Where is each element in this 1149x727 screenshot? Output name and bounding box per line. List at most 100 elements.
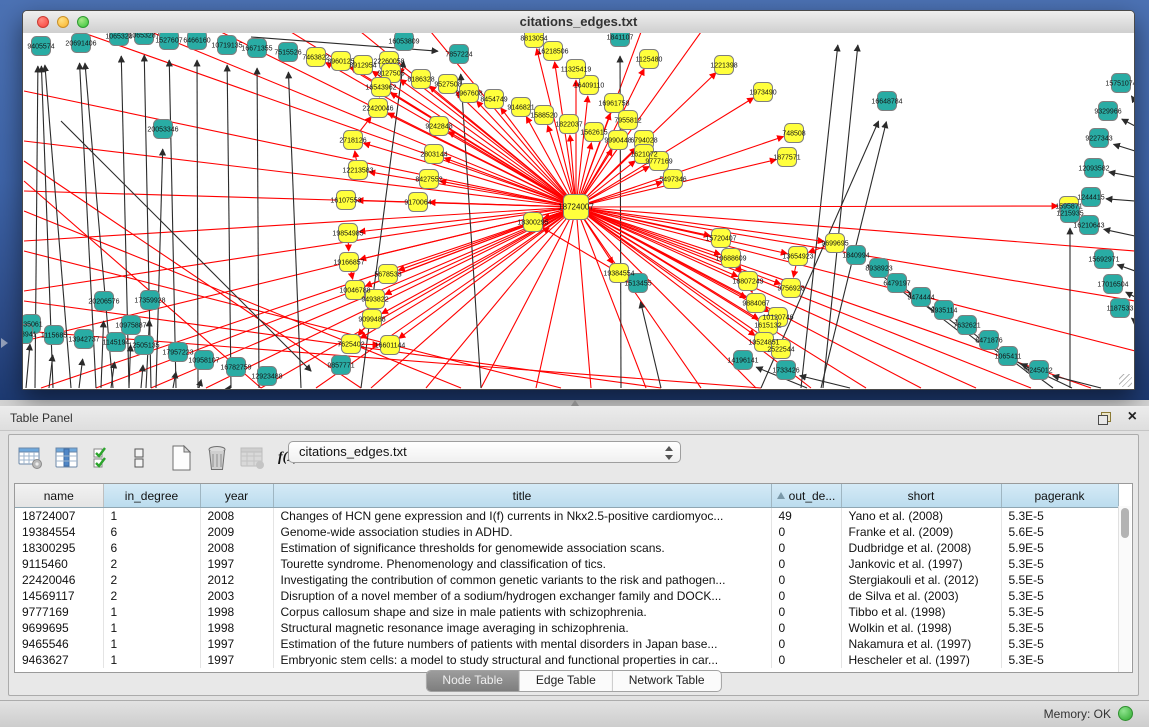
window-resize-grip[interactable]: [1119, 374, 1132, 387]
cell-out_degree[interactable]: 0: [771, 652, 841, 668]
cell-name[interactable]: 22420046: [15, 572, 103, 588]
cell-title[interactable]: Corpus callosum shape and size in male p…: [273, 604, 771, 620]
column-visibility-button[interactable]: [53, 445, 80, 472]
cell-name[interactable]: 9115460: [15, 556, 103, 572]
column-header-year[interactable]: year: [200, 484, 273, 508]
graph-edge-selected[interactable]: [24, 141, 576, 207]
cell-pagerank[interactable]: 5.3E-5: [1001, 588, 1118, 604]
cell-in_degree[interactable]: 1: [103, 652, 200, 668]
graph-edge-selected[interactable]: [24, 181, 261, 388]
cell-pagerank[interactable]: 5.3E-5: [1001, 556, 1118, 572]
table-row[interactable]: 1938455462009Genome-wide association stu…: [15, 524, 1118, 540]
cell-pagerank[interactable]: 5.3E-5: [1001, 636, 1118, 652]
graph-edge[interactable]: [199, 380, 201, 388]
graph-edge[interactable]: [1131, 96, 1134, 101]
cell-in_degree[interactable]: 2: [103, 556, 200, 572]
cell-out_degree[interactable]: 0: [771, 620, 841, 636]
graph-edge-selected[interactable]: [206, 207, 576, 388]
cell-title[interactable]: Estimation of the future numbers of pati…: [273, 636, 771, 652]
table-row[interactable]: 946362711997Embryonic stem cells: a mode…: [15, 652, 1118, 668]
cell-title[interactable]: Investigating the contribution of common…: [273, 572, 771, 588]
cell-short[interactable]: Tibbo et al. (1998): [841, 604, 1001, 620]
graph-edge[interactable]: [197, 60, 198, 388]
cell-in_degree[interactable]: 1: [103, 604, 200, 620]
cell-in_degree[interactable]: 6: [103, 524, 200, 540]
cell-out_degree[interactable]: 0: [771, 636, 841, 652]
delete-trash-button[interactable]: [203, 445, 230, 472]
graph-edge[interactable]: [129, 345, 131, 388]
column-header-out_degree[interactable]: out_de...: [771, 484, 841, 508]
column-header-pagerank[interactable]: pagerank: [1001, 484, 1118, 508]
cell-year[interactable]: 2008: [200, 508, 273, 525]
column-header-title[interactable]: title: [273, 484, 771, 508]
column-header-name[interactable]: name: [15, 484, 103, 508]
cell-year[interactable]: 1998: [200, 604, 273, 620]
graph-edge[interactable]: [1109, 172, 1134, 177]
graph-edge[interactable]: [1106, 199, 1134, 201]
graph-edge[interactable]: [1117, 265, 1134, 271]
table-row[interactable]: 1456911722003Disruption of a novel membe…: [15, 588, 1118, 604]
memory-ok-led-icon[interactable]: [1118, 706, 1133, 721]
graph-edge-selected[interactable]: [576, 206, 1058, 207]
graph-edge-selected[interactable]: [576, 207, 721, 255]
cell-pagerank[interactable]: 5.6E-5: [1001, 524, 1118, 540]
graph-edge[interactable]: [26, 344, 30, 388]
cell-out_degree[interactable]: 0: [771, 604, 841, 620]
graph-edge[interactable]: [257, 68, 259, 388]
cell-out_degree[interactable]: 49: [771, 508, 841, 525]
cell-year[interactable]: 2008: [200, 540, 273, 556]
graph-edge[interactable]: [1126, 292, 1134, 297]
cell-in_degree[interactable]: 2: [103, 572, 200, 588]
network-window-titlebar[interactable]: citations_edges.txt: [23, 11, 1134, 34]
cell-pagerank[interactable]: 5.5E-5: [1001, 572, 1118, 588]
cell-title[interactable]: Tourette syndrome. Phenomenology and cla…: [273, 556, 771, 572]
graph-edge[interactable]: [101, 321, 104, 388]
graph-edge-selected[interactable]: [24, 207, 576, 241]
graph-edge[interactable]: [35, 66, 38, 388]
cell-year[interactable]: 1997: [200, 556, 273, 572]
cell-year[interactable]: 2009: [200, 524, 273, 540]
tab-network-table[interactable]: Network Table: [612, 671, 721, 691]
cell-name[interactable]: 18300295: [15, 540, 103, 556]
cell-name[interactable]: 19384554: [15, 524, 103, 540]
cell-short[interactable]: Jankovic et al. (1997): [841, 556, 1001, 572]
cell-in_degree[interactable]: 1: [103, 636, 200, 652]
graph-edge-selected[interactable]: [576, 207, 591, 388]
cell-pagerank[interactable]: 5.3E-5: [1001, 652, 1118, 668]
cell-title[interactable]: Embryonic stem cells: a model to study s…: [273, 652, 771, 668]
collapsed-panel-arrow-icon[interactable]: [1, 338, 8, 348]
graph-edge[interactable]: [1122, 119, 1134, 126]
cell-title[interactable]: Structural magnetic resonance image aver…: [273, 620, 771, 636]
graph-edge-selected[interactable]: [364, 143, 576, 207]
cell-year[interactable]: 2012: [200, 572, 273, 588]
table-row[interactable]: 946554611997Estimation of the future num…: [15, 636, 1118, 652]
cell-out_degree[interactable]: 0: [771, 556, 841, 572]
cell-name[interactable]: 14569117: [15, 588, 103, 604]
cell-short[interactable]: Wolkin et al. (1998): [841, 620, 1001, 636]
graph-edge[interactable]: [141, 365, 143, 388]
cell-short[interactable]: Hescheler et al. (1997): [841, 652, 1001, 668]
table-row[interactable]: 911546021997Tourette syndrome. Phenomeno…: [15, 556, 1118, 572]
tab-node-table[interactable]: Node Table: [426, 671, 519, 691]
cell-year[interactable]: 1997: [200, 652, 273, 668]
column-header-short[interactable]: short: [841, 484, 1001, 508]
cell-pagerank[interactable]: 5.3E-5: [1001, 508, 1118, 525]
cell-in_degree[interactable]: 1: [103, 508, 200, 525]
cell-name[interactable]: 9465546: [15, 636, 103, 652]
table-vertical-scrollbar[interactable]: [1118, 506, 1131, 672]
cell-short[interactable]: Yano et al. (2008): [841, 508, 1001, 525]
cell-year[interactable]: 1998: [200, 620, 273, 636]
graph-edge-selected[interactable]: [24, 207, 576, 291]
cell-name[interactable]: 18724007: [15, 508, 103, 525]
cell-in_degree[interactable]: 2: [103, 588, 200, 604]
table-row[interactable]: 977716911998Corpus callosum shape and si…: [15, 604, 1118, 620]
cell-pagerank[interactable]: 5.3E-5: [1001, 620, 1118, 636]
cell-name[interactable]: 9699695: [15, 620, 103, 636]
graph-edge[interactable]: [801, 45, 838, 388]
cell-year[interactable]: 2003: [200, 588, 273, 604]
graph-edge-selected[interactable]: [536, 207, 576, 388]
cell-short[interactable]: Nakamura et al. (1997): [841, 636, 1001, 652]
graph-edge[interactable]: [1104, 229, 1134, 236]
cell-out_degree[interactable]: 0: [771, 524, 841, 540]
table-row[interactable]: 969969511998Structural magnetic resonanc…: [15, 620, 1118, 636]
